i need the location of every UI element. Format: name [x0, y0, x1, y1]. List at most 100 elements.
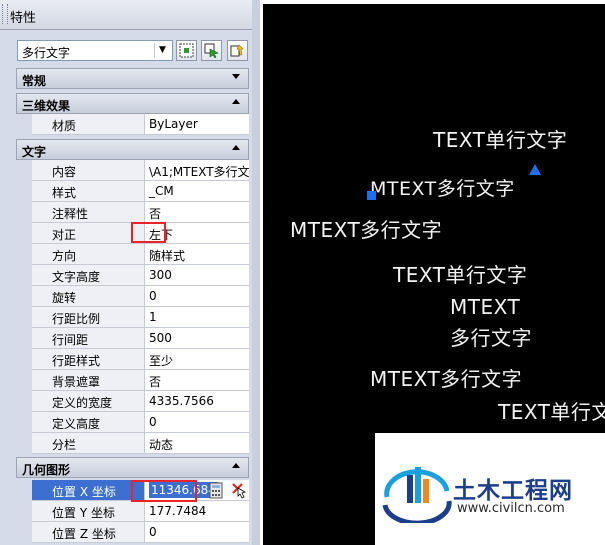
cad-text-single-line[interactable]: TEXT单行文字	[498, 396, 605, 425]
property-value[interactable]: 否	[145, 370, 249, 391]
property-label: 位置 Y 坐标	[32, 501, 145, 522]
cad-text-single-line[interactable]: TEXT单行文字	[433, 124, 567, 153]
property-value[interactable]: 0	[145, 522, 249, 543]
row-gutter	[16, 480, 32, 501]
object-type-select[interactable]: 多行文字 ▼	[17, 40, 173, 61]
cad-mtext[interactable]: MTEXT多行文字	[370, 363, 522, 392]
watermark: 土木工程网 www.civilcn.com	[375, 433, 605, 545]
property-row[interactable]: 方向 随样式	[16, 244, 249, 265]
section-general[interactable]: 常规	[16, 68, 249, 89]
quick-select-button[interactable]	[227, 40, 248, 61]
row-gutter	[16, 349, 32, 370]
section-geometry-label: 几何图形	[22, 463, 71, 477]
row-gutter	[16, 328, 32, 349]
object-type-value: 多行文字	[22, 46, 71, 60]
collapse-icon[interactable]	[232, 99, 240, 104]
property-value[interactable]: 动态	[145, 433, 249, 454]
property-value[interactable]: 1	[145, 307, 249, 328]
civilcn-logo-icon	[382, 467, 452, 523]
cad-text-single-line[interactable]: TEXT单行文字	[393, 259, 527, 288]
watermark-url: www.civilcn.com	[457, 501, 565, 516]
property-label: 样式	[32, 181, 145, 202]
palette-scrollbar[interactable]	[252, 0, 260, 545]
cad-mtext-line-1[interactable]: MTEXT	[450, 295, 520, 319]
property-row[interactable]: 定义的宽度 4335.7566	[16, 391, 249, 412]
pickadd-toggle-icon	[179, 43, 194, 58]
property-label: 方向	[32, 244, 145, 265]
property-value[interactable]: 0	[145, 286, 249, 307]
chevron-down-icon[interactable]: ▼	[154, 43, 170, 58]
property-row[interactable]: 位置 Y 坐标 177.7484	[16, 501, 249, 522]
property-row[interactable]: 分栏 动态	[16, 433, 249, 454]
property-value[interactable]: 300	[145, 265, 249, 286]
expand-icon[interactable]	[232, 74, 240, 79]
calculator-button[interactable]	[208, 482, 225, 499]
property-value[interactable]: \A1;MTEXT多行文字	[145, 160, 249, 181]
cad-mtext[interactable]: MTEXT多行文字	[290, 214, 442, 243]
property-label: 定义高度	[32, 412, 145, 433]
property-label: 分栏	[32, 433, 145, 454]
section-general-label: 常规	[22, 74, 47, 88]
property-row[interactable]: 材质 ByLayer	[16, 114, 249, 135]
row-gutter	[16, 181, 32, 202]
mtext-insertion-grip[interactable]	[367, 191, 376, 200]
property-value[interactable]: 0	[145, 412, 249, 433]
row-gutter	[16, 433, 32, 454]
x-coordinate-highlight-box	[131, 480, 197, 502]
row-gutter	[16, 501, 32, 522]
property-value[interactable]: 4335.7566	[145, 391, 249, 412]
property-value[interactable]: 否	[145, 202, 249, 223]
property-row[interactable]: 旋转 0	[16, 286, 249, 307]
cad-mtext-line-2[interactable]: 多行文字	[450, 322, 532, 351]
select-objects-icon	[204, 43, 219, 58]
justify-highlight-box	[131, 222, 166, 243]
row-gutter	[16, 286, 32, 307]
property-row[interactable]: 背景遮罩否	[16, 370, 249, 391]
property-label: 定义的宽度	[32, 391, 145, 412]
property-value[interactable]: ByLayer	[145, 114, 249, 135]
pick-point-button[interactable]	[230, 481, 248, 499]
property-label: 旋转	[32, 286, 145, 307]
pick-point-icon	[232, 483, 246, 499]
row-gutter	[16, 202, 32, 223]
property-value[interactable]: _CM	[145, 181, 249, 202]
property-label: 背景遮罩	[32, 370, 145, 391]
cad-mtext-selected[interactable]: MTEXT多行文字	[370, 174, 515, 201]
property-row[interactable]: 行间距 500	[16, 328, 249, 349]
property-row[interactable]: 定义高度 0	[16, 412, 249, 433]
property-row[interactable]: 文字高度 300	[16, 265, 249, 286]
property-label: 位置 Z 坐标	[32, 522, 145, 543]
property-label: 行间距	[32, 328, 145, 349]
property-row[interactable]: 行距样式 至少	[16, 349, 249, 370]
row-gutter	[16, 114, 32, 135]
property-label: 位置 X 坐标	[32, 480, 145, 501]
calculator-icon	[209, 482, 223, 499]
property-row[interactable]: 注释性否	[16, 202, 249, 223]
property-value[interactable]: 500	[145, 328, 249, 349]
grip-handle[interactable]	[2, 4, 8, 24]
collapse-icon[interactable]	[232, 145, 240, 150]
property-row[interactable]: 样式 _CM	[16, 181, 249, 202]
property-row[interactable]: 内容\A1;MTEXT多行文字	[16, 160, 249, 181]
watermark-name: 土木工程网	[453, 478, 573, 504]
section-geometry[interactable]: 几何图形	[16, 457, 249, 478]
row-gutter	[16, 412, 32, 433]
quick-select-icon	[230, 44, 244, 57]
palette-titlebar[interactable]: 特性	[0, 0, 259, 30]
property-value[interactable]: 177.7484	[145, 501, 249, 522]
section-3d-effects[interactable]: 三维效果	[16, 93, 249, 114]
section-text[interactable]: 文字	[16, 139, 249, 160]
property-value[interactable]: 至少	[145, 349, 249, 370]
property-row[interactable]: 位置 Z 坐标 0	[16, 522, 249, 543]
collapse-icon[interactable]	[232, 463, 240, 468]
row-gutter	[16, 307, 32, 328]
property-row[interactable]: 行距比例 1	[16, 307, 249, 328]
select-objects-button[interactable]	[201, 40, 222, 61]
pickadd-toggle-button[interactable]	[176, 40, 197, 61]
mtext-width-grip[interactable]	[529, 164, 541, 175]
property-label: 行距比例	[32, 307, 145, 328]
palette-title: 特性	[10, 11, 37, 26]
property-label: 行距样式	[32, 349, 145, 370]
section-3d-label: 三维效果	[22, 99, 71, 113]
property-value[interactable]: 随样式	[145, 244, 249, 265]
